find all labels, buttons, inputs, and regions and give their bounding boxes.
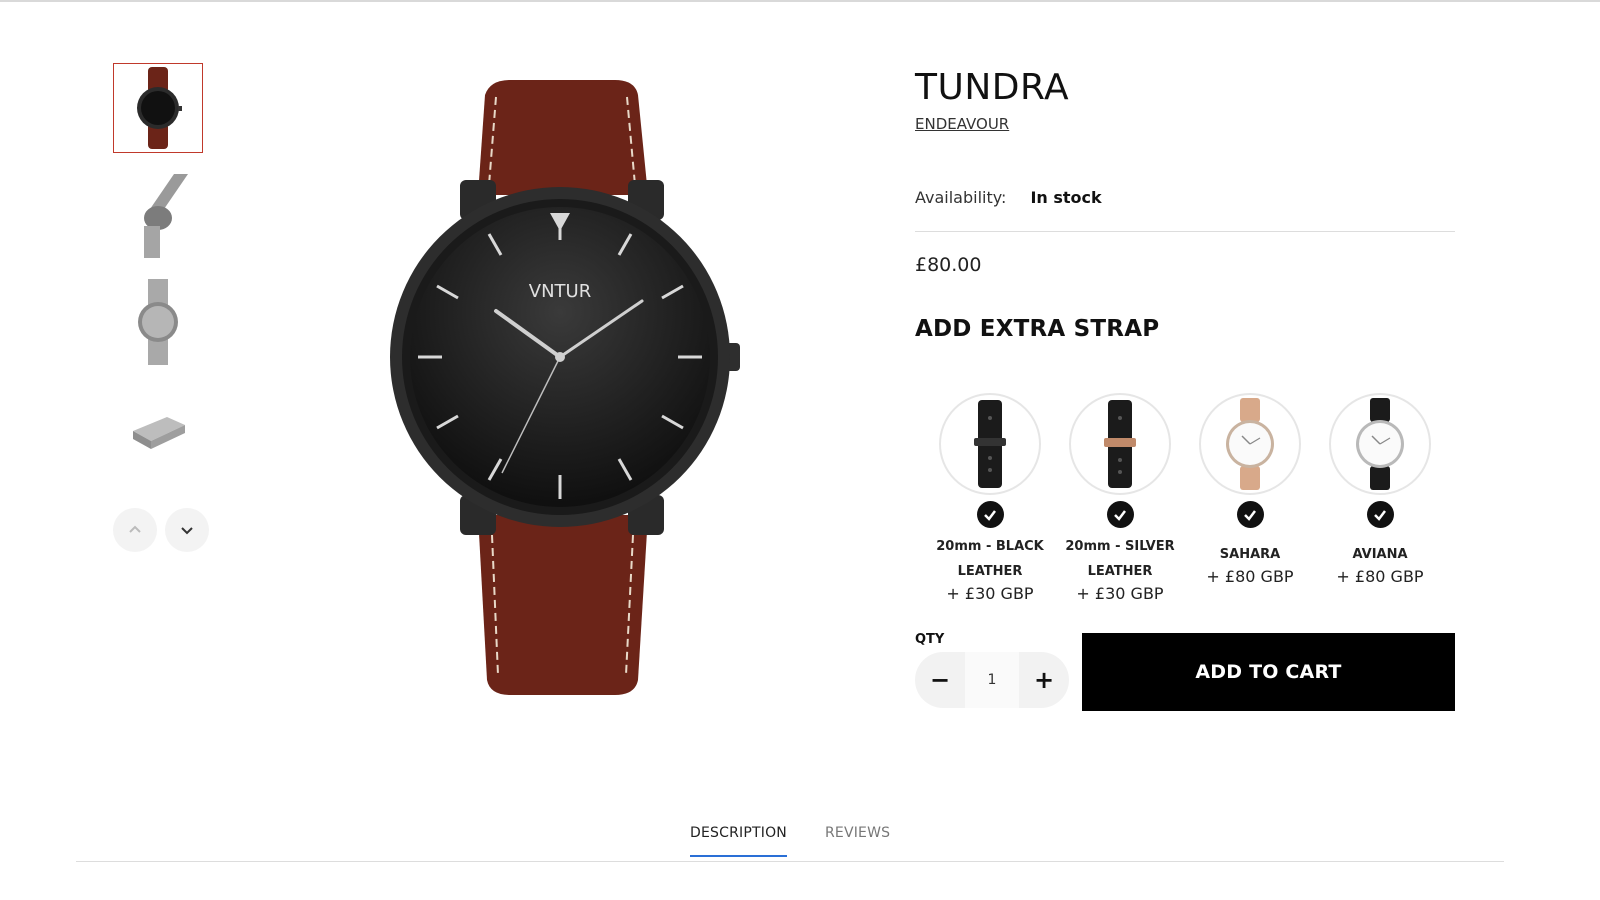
tan-watch-icon	[1226, 398, 1274, 490]
check-icon	[1106, 501, 1134, 528]
black-strap-rose-buckle-icon	[1104, 400, 1136, 488]
check-icon	[1236, 501, 1264, 528]
strap-option[interactable]: SAHARA + £80 GBP	[1185, 393, 1315, 604]
qty-input[interactable]	[965, 652, 1019, 708]
availability-value: In stock	[1030, 188, 1102, 207]
quantity-stepper: − +	[915, 652, 1069, 708]
watch-side-icon	[144, 174, 188, 258]
strap-name: AVIANA	[1352, 547, 1408, 562]
product-info: TUNDRA ENDEAVOUR Availability: In stock …	[915, 65, 1455, 342]
product-title: TUNDRA	[915, 67, 1070, 108]
check-icon	[976, 501, 1004, 528]
gift-box-icon	[133, 417, 185, 449]
strap-image	[1199, 393, 1301, 495]
check-icon	[1366, 501, 1394, 528]
chevron-down-icon	[181, 527, 193, 535]
strap-price: + £30 GBP	[1076, 584, 1164, 603]
top-divider	[0, 0, 1600, 2]
strap-price: + £80 GBP	[1206, 567, 1294, 586]
add-to-cart-button[interactable]: ADD TO CART	[1082, 633, 1455, 711]
thumbnail-up-button[interactable]	[113, 508, 157, 552]
product-tabs: DESCRIPTION REVIEWS	[690, 825, 890, 857]
tabs-divider	[76, 861, 1504, 862]
strap-image	[939, 393, 1041, 495]
main-product-image: VNTUR	[380, 75, 780, 715]
strap-image	[1329, 393, 1431, 495]
thumbnail-gift-box[interactable]	[113, 384, 203, 474]
strap-price: + £80 GBP	[1336, 567, 1424, 586]
black-strap-icon	[974, 400, 1006, 488]
extra-strap-heading: ADD EXTRA STRAP	[915, 316, 1160, 342]
thumbnail-brown-watch[interactable]	[113, 63, 203, 153]
qty-decrease-button[interactable]: −	[915, 652, 965, 708]
qty-increase-button[interactable]: +	[1019, 652, 1069, 708]
strap-name: SAHARA	[1219, 547, 1281, 562]
product-price: £80.00	[915, 254, 982, 276]
watch-front-icon	[137, 67, 182, 149]
thumbnail-mesh-watch-front[interactable]	[113, 277, 203, 367]
availability-label: Availability:	[915, 188, 1007, 207]
thumbnail-gallery	[113, 63, 205, 491]
strap-image	[1069, 393, 1171, 495]
thumbnail-down-button[interactable]	[165, 508, 209, 552]
black-watch-icon	[1356, 398, 1404, 490]
strap-name: 20mm - BLACK LEATHER	[936, 539, 1044, 579]
availability-row: Availability: In stock	[915, 188, 1455, 207]
watch-mesh-icon	[138, 279, 178, 365]
strap-option[interactable]: 20mm - BLACK LEATHER + £30 GBP	[925, 393, 1055, 604]
thumbnail-mesh-watch-side[interactable]	[113, 170, 203, 260]
extra-strap-options: 20mm - BLACK LEATHER + £30 GBP 20mm - SI…	[925, 393, 1445, 604]
strap-option[interactable]: 20mm - SILVER LEATHER + £30 GBP	[1055, 393, 1185, 604]
tab-reviews[interactable]: REVIEWS	[825, 825, 890, 857]
divider	[915, 231, 1455, 232]
chevron-up-icon	[129, 525, 141, 533]
watch-brand-text: VNTUR	[529, 281, 591, 302]
tab-description[interactable]: DESCRIPTION	[690, 825, 787, 857]
watch-image: VNTUR	[390, 80, 740, 695]
strap-price: + £30 GBP	[946, 584, 1034, 603]
strap-option[interactable]: AVIANA + £80 GBP	[1315, 393, 1445, 604]
thumbnail-navigation	[113, 508, 209, 552]
collection-link[interactable]: ENDEAVOUR	[915, 115, 1009, 133]
strap-name: 20mm - SILVER LEATHER	[1065, 539, 1175, 579]
qty-label: QTY	[915, 632, 945, 647]
